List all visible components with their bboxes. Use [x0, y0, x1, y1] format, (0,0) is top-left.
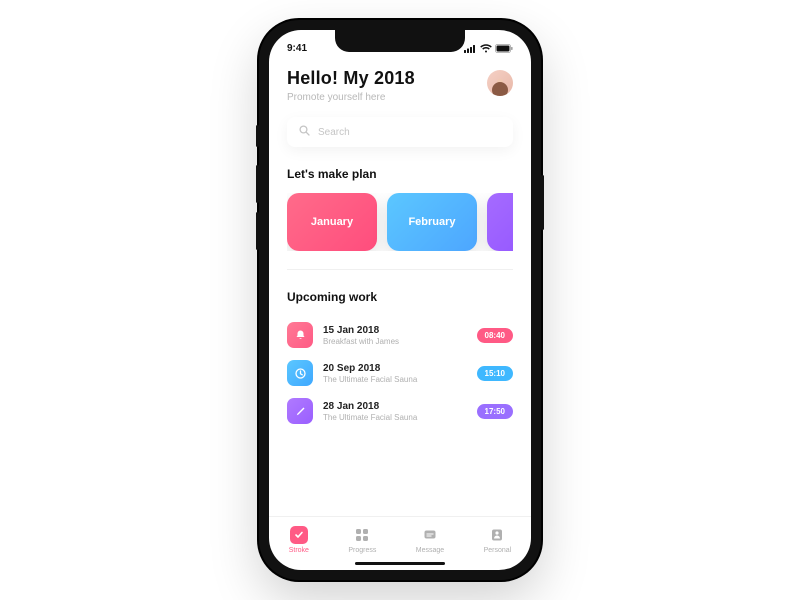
volume-up — [256, 165, 259, 203]
list-item[interactable]: 15 Jan 2018 Breakfast with James 08:40 — [287, 316, 513, 354]
month-card-next[interactable]: M — [487, 193, 513, 251]
month-card-january[interactable]: January — [287, 193, 377, 251]
notch — [335, 30, 465, 52]
mute-switch — [256, 125, 259, 147]
work-date: 15 Jan 2018 — [323, 325, 467, 336]
message-icon — [421, 526, 439, 544]
tab-label: Progress — [348, 547, 376, 554]
search-box[interactable] — [287, 117, 513, 147]
status-time: 9:41 — [287, 43, 307, 54]
upcoming-section-title: Upcoming work — [287, 290, 513, 304]
upcoming-list: 15 Jan 2018 Breakfast with James 08:40 2… — [287, 316, 513, 430]
work-date: 28 Jan 2018 — [323, 401, 467, 412]
work-desc: The Ultimate Facial Sauna — [323, 375, 467, 384]
work-date: 20 Sep 2018 — [323, 363, 467, 374]
month-carousel[interactable]: January February M — [287, 193, 513, 251]
tab-label: Message — [416, 547, 444, 554]
work-desc: Breakfast with James — [323, 337, 467, 346]
search-icon — [299, 123, 310, 141]
tab-personal[interactable]: Personal — [484, 526, 512, 554]
time-badge: 17:50 — [477, 404, 513, 419]
month-label: February — [408, 216, 455, 228]
person-icon — [488, 526, 506, 544]
search-input[interactable] — [318, 127, 501, 138]
screen: 9:41 Hello! My 2018 Promote yourself her… — [269, 30, 531, 570]
wifi-icon — [480, 44, 492, 53]
work-desc: The Ultimate Facial Sauna — [323, 413, 467, 422]
tab-progress[interactable]: Progress — [348, 526, 376, 554]
power-button — [541, 175, 544, 230]
phone-frame: 9:41 Hello! My 2018 Promote yourself her… — [259, 20, 541, 580]
time-badge: 08:40 — [477, 328, 513, 343]
divider — [287, 269, 513, 270]
month-label: January — [311, 216, 353, 228]
check-icon — [290, 526, 308, 544]
tab-label: Stroke — [289, 547, 309, 554]
page-subtitle: Promote yourself here — [287, 92, 415, 103]
pen-icon — [287, 398, 313, 424]
page-title: Hello! My 2018 — [287, 68, 415, 89]
tab-label: Personal — [484, 547, 512, 554]
list-item[interactable]: 20 Sep 2018 The Ultimate Facial Sauna 15… — [287, 354, 513, 392]
signal-icon — [464, 44, 477, 53]
month-card-february[interactable]: February — [387, 193, 477, 251]
tab-message[interactable]: Message — [416, 526, 444, 554]
tab-stroke[interactable]: Stroke — [289, 526, 309, 554]
plan-section-title: Let's make plan — [287, 167, 513, 181]
time-badge: 15:10 — [477, 366, 513, 381]
bell-icon — [287, 322, 313, 348]
battery-icon — [495, 44, 513, 53]
home-indicator[interactable] — [355, 562, 445, 565]
list-item[interactable]: 28 Jan 2018 The Ultimate Facial Sauna 17… — [287, 392, 513, 430]
avatar[interactable] — [487, 70, 513, 96]
clock-icon — [287, 360, 313, 386]
grid-icon — [353, 526, 371, 544]
volume-down — [256, 212, 259, 250]
